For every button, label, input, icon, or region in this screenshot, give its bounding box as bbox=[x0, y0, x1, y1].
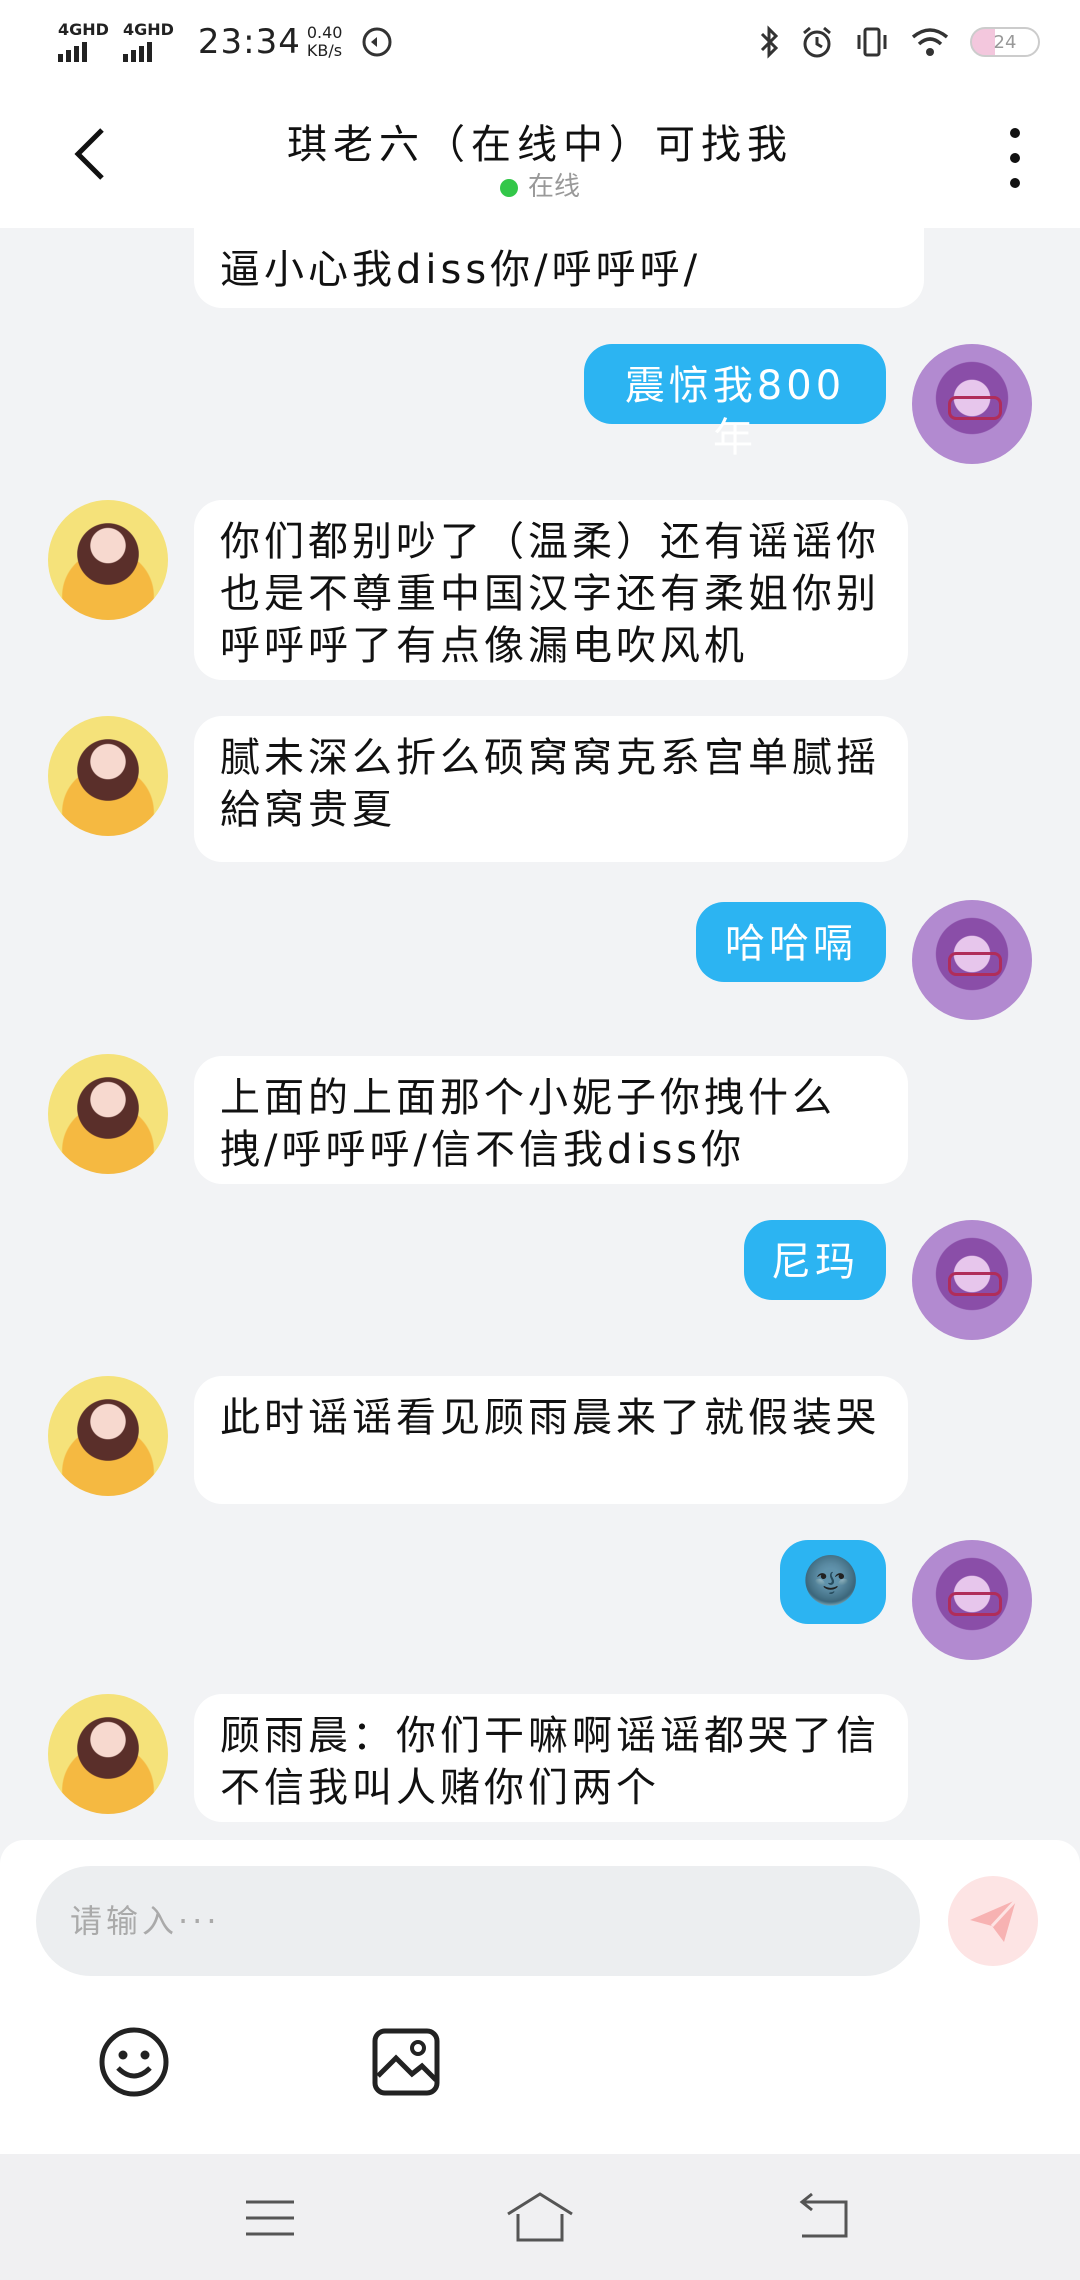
message-text: 震惊我800年 bbox=[624, 363, 846, 461]
message-bubble-incoming[interactable]: 上面的上面那个小妮子你拽什么拽/呼呼呼/信不信我diss你 bbox=[194, 1056, 908, 1184]
message-text: 顾雨晨：你们干嘛啊谣谣都哭了信不信我叫人赌你们两个 bbox=[220, 1713, 880, 1811]
more-options-button[interactable] bbox=[1000, 128, 1030, 188]
signal-bars-icon bbox=[58, 40, 87, 62]
avatar[interactable] bbox=[48, 500, 168, 620]
image-icon bbox=[372, 2028, 440, 2096]
battery-icon: 24 bbox=[970, 27, 1040, 57]
app-notification-icon bbox=[362, 27, 392, 57]
speed-value: 0.40 bbox=[306, 23, 343, 42]
message-input[interactable] bbox=[36, 1866, 920, 1976]
send-button[interactable] bbox=[948, 1876, 1038, 1966]
smiley-icon bbox=[99, 2027, 169, 2097]
message-list[interactable]: 逼小心我diss你/呼呼呼/ 震惊我800年 你们都别吵了（温柔）还有谣谣你也是… bbox=[0, 228, 1080, 1840]
chat-header: 琪老六（在线中）可找我 在线 bbox=[0, 84, 1080, 228]
message-text: 🌚 bbox=[802, 1553, 864, 1607]
system-nav-bar bbox=[0, 2154, 1080, 2280]
menu-icon bbox=[246, 2200, 294, 2236]
send-icon bbox=[970, 1898, 1018, 1942]
message-bubble-outgoing[interactable]: 🌚 bbox=[780, 1540, 886, 1624]
bluetooth-icon bbox=[760, 25, 779, 59]
message-bubble-incoming[interactable]: 逼小心我diss你/呼呼呼/ bbox=[194, 228, 924, 308]
message-bubble-incoming[interactable]: 腻未深么折么硕窝窝克系宫单腻摇給窝贵夏 bbox=[194, 716, 908, 862]
online-dot-icon bbox=[499, 178, 518, 197]
dot bbox=[1010, 178, 1020, 188]
speed-unit: KB/s bbox=[306, 41, 343, 60]
message-bubble-outgoing[interactable]: 尼玛 bbox=[744, 1220, 886, 1300]
network-speed: 0.40 KB/s bbox=[307, 24, 343, 60]
menu-button[interactable] bbox=[240, 2188, 310, 2248]
avatar[interactable] bbox=[912, 344, 1032, 464]
message-bubble-incoming[interactable]: 顾雨晨：你们干嘛啊谣谣都哭了信不信我叫人赌你们两个 bbox=[194, 1694, 908, 1822]
clock: 23:34 bbox=[197, 22, 301, 62]
wifi-icon bbox=[911, 28, 949, 56]
dot bbox=[1010, 128, 1020, 138]
emoji-button[interactable] bbox=[98, 2026, 170, 2098]
message-bubble-incoming[interactable]: 你们都别吵了（温柔）还有谣谣你也是不尊重中国汉字还有柔姐你别呼呼呼了有点像漏电吹… bbox=[194, 500, 908, 680]
avatar[interactable] bbox=[48, 1376, 168, 1496]
avatar[interactable] bbox=[48, 716, 168, 836]
image-button[interactable] bbox=[370, 2026, 442, 2098]
alarm-icon bbox=[803, 26, 831, 58]
message-text: 腻未深么折么硕窝窝克系宫单腻摇給窝贵夏 bbox=[220, 735, 880, 833]
status-icons: 24 bbox=[758, 25, 1040, 59]
signal-bars-icon bbox=[122, 40, 152, 62]
signal-sim2: 4GHD bbox=[122, 20, 174, 62]
message-text: 你们都别吵了（温柔）还有谣谣你也是不尊重中国汉字还有柔姐你别呼呼呼了有点像漏电吹… bbox=[220, 519, 880, 669]
online-status: 在线 bbox=[0, 166, 1080, 203]
avatar[interactable] bbox=[48, 1054, 168, 1174]
message-text: 逼小心我diss你/呼呼呼/ bbox=[220, 247, 702, 293]
message-text: 此时谣谣看见顾雨晨来了就假装哭 bbox=[220, 1395, 880, 1441]
message-bubble-incoming[interactable]: 此时谣谣看见顾雨晨来了就假装哭 bbox=[194, 1376, 908, 1504]
network-type-label: 4GHD bbox=[58, 20, 109, 39]
vibrate-icon bbox=[857, 27, 887, 57]
signal-sim1: 4GHD bbox=[58, 22, 109, 62]
message-text: 上面的上面那个小妮子你拽什么拽/呼呼呼/信不信我diss你 bbox=[220, 1075, 836, 1173]
status-bar: 4GHD 4GHD 23:34 0.40 KB/s 24 bbox=[0, 0, 1080, 84]
chat-title: 琪老六（在线中）可找我 bbox=[287, 122, 793, 168]
home-button[interactable] bbox=[504, 2188, 574, 2248]
message-text: 哈哈嗝 bbox=[725, 921, 857, 967]
online-status-label: 在线 bbox=[527, 172, 580, 202]
message-bubble-outgoing[interactable]: 哈哈嗝 bbox=[696, 902, 886, 982]
avatar[interactable] bbox=[48, 1694, 168, 1814]
message-composer bbox=[0, 1840, 1080, 2154]
avatar[interactable] bbox=[912, 1220, 1032, 1340]
avatar[interactable] bbox=[912, 1540, 1032, 1660]
network-type-label: 4GHD bbox=[122, 20, 174, 39]
message-bubble-outgoing[interactable]: 震惊我800年 bbox=[584, 344, 886, 461]
avatar[interactable] bbox=[912, 900, 1032, 1020]
dot bbox=[1010, 153, 1020, 163]
back-nav-button[interactable] bbox=[792, 2188, 862, 2248]
message-text: 尼玛 bbox=[771, 1239, 859, 1285]
home-icon bbox=[507, 2192, 573, 2242]
battery-level: 24 bbox=[993, 31, 1017, 53]
return-icon bbox=[799, 2192, 848, 2238]
